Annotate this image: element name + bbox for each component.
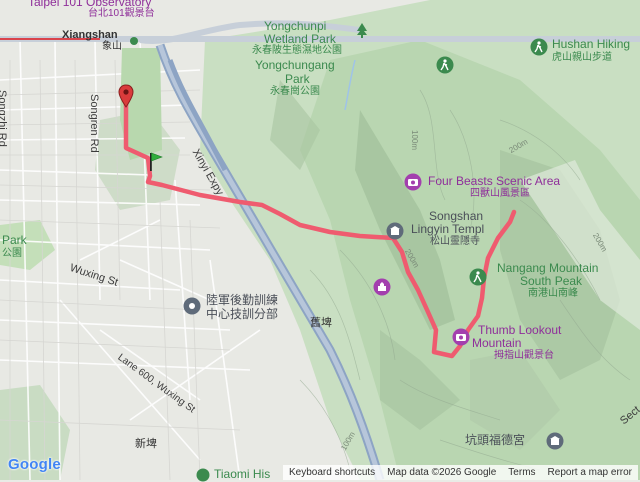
- label-jiukun: 舊埤: [310, 317, 332, 329]
- camera-icon[interactable]: [404, 173, 422, 191]
- google-logo[interactable]: Google: [8, 456, 61, 473]
- label-four-beasts-zh: 四獸山風景區: [470, 188, 530, 199]
- keyboard-shortcuts-link[interactable]: Keyboard shortcuts: [283, 467, 381, 478]
- label-xiangshan[interactable]: Xiangshan: [62, 29, 118, 41]
- green-flag-icon[interactable]: [145, 150, 167, 172]
- terms-link[interactable]: Terms: [502, 467, 541, 478]
- label-songren-rd: Songren Rd: [88, 94, 100, 153]
- label-taipei101-zh: 台北101觀景台: [88, 8, 155, 19]
- label-xiangshan-zh: 象山: [102, 41, 122, 52]
- label-hushan[interactable]: Hushan Hiking: [552, 37, 630, 51]
- label-park-left-zh: 公園: [2, 248, 22, 259]
- label-army2: 中心技訓分部: [206, 307, 279, 321]
- monument-icon[interactable]: [373, 278, 391, 296]
- hiking-trail-icon[interactable]: [530, 38, 548, 56]
- shrine-icon[interactable]: [546, 432, 564, 450]
- label-four-beasts[interactable]: Four Beasts Scenic Area: [428, 174, 560, 188]
- label-xinpi: 新埤: [135, 438, 157, 450]
- label-songzhi-rd: Songzhi Rd: [0, 90, 8, 147]
- label-nangang-zh: 南港山南峰: [528, 288, 578, 299]
- label-yongchungang[interactable]: Yongchungang: [255, 58, 335, 72]
- hiking-icon[interactable]: [436, 56, 454, 74]
- label-lingyin: Lingyin Templ: [411, 222, 485, 236]
- label-south-peak: South Peak: [520, 274, 583, 288]
- label-lingyin-zh: 松山靈隱寺: [430, 236, 480, 247]
- attribution-bar: Keyboard shortcuts Map data ©2026 Google…: [283, 465, 639, 480]
- report-error-link[interactable]: Report a map error: [542, 467, 638, 478]
- label-tiaomi[interactable]: Tiaomi His: [214, 467, 270, 481]
- temple-icon[interactable]: [386, 222, 404, 240]
- google-logo-text: Google: [8, 456, 61, 473]
- label-contour-100: 100m: [410, 130, 419, 151]
- label-park-left[interactable]: Park: [2, 233, 27, 247]
- label-yongchunpi-zh: 永春陂生態濕地公園: [252, 45, 342, 56]
- label-thumb-zh: 拇指山觀景台: [494, 350, 554, 361]
- label-army[interactable]: 陸軍後勤訓練: [206, 293, 278, 307]
- hiking-peak-icon[interactable]: [469, 268, 487, 286]
- camera-lookout-icon[interactable]: [452, 328, 470, 346]
- label-yongchungang-zh: 永春崗公園: [270, 86, 320, 97]
- metro-icon: [130, 37, 138, 45]
- tree-icon[interactable]: [355, 22, 369, 38]
- red-map-pin-icon[interactable]: [118, 84, 134, 108]
- label-yongchungang-park: Park: [285, 72, 310, 86]
- label-kengtou[interactable]: 坑頭福德宮: [465, 433, 525, 447]
- label-thumb-mountain: Mountain: [472, 336, 522, 350]
- government-icon[interactable]: [183, 297, 201, 315]
- map-data-text: Map data ©2026 Google: [387, 467, 497, 478]
- label-hushan-zh: 虎山親山步道: [552, 52, 612, 63]
